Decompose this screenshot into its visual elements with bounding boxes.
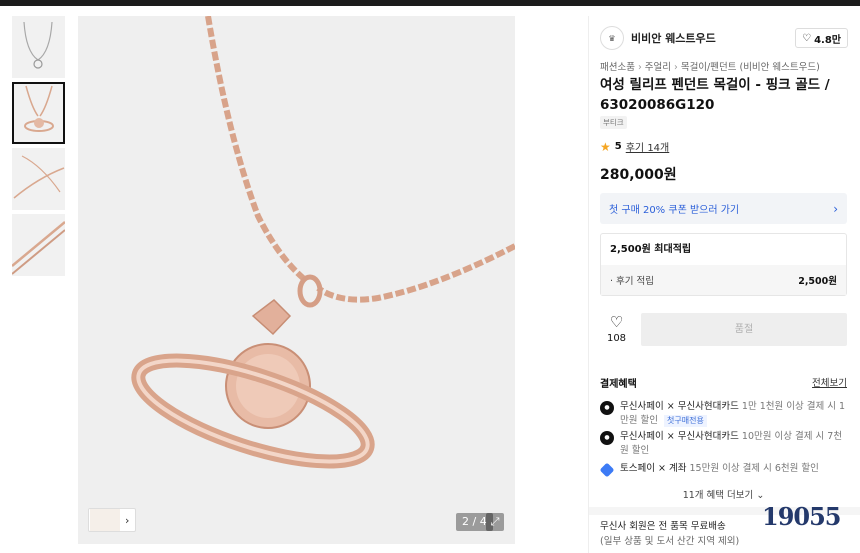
breadcrumb-item[interactable]: 목걸이/펜던트 (비비안 웨스트우드)	[681, 62, 820, 73]
points-row-label: · 후기 적립	[610, 276, 655, 287]
chevron-right-icon: ›	[833, 201, 838, 216]
benefit-item: ● 무신사페이 × 무신사현대카드 10만원 이상 결제 시 7천원 할인	[600, 430, 847, 458]
benefits-title: 결제혜택	[600, 379, 637, 390]
thumbnail-4[interactable]	[12, 214, 65, 276]
chevron-down-icon: ⌄	[756, 490, 765, 501]
wishlist-button[interactable]: ♡ 108	[600, 313, 633, 346]
shipping-line-1: 무신사 회원은 전 품목 무료배송	[600, 521, 726, 532]
shipping-line-2: (일부 상품 및 도서 산간 지역 제외)	[600, 536, 740, 547]
review-count-link[interactable]: 후기 14개	[626, 139, 670, 154]
card-brand-icon: ●	[600, 401, 614, 415]
benefit-brand: 무신사페이 × 무신사현대카드	[620, 431, 739, 442]
brand-row[interactable]: ♛ 비비안 웨스트우드 ♡ 4.8만	[600, 25, 848, 51]
chevron-right-icon: ›	[674, 62, 678, 73]
benefits-view-all-link[interactable]: 전체보기	[812, 375, 847, 390]
star-icon: ★	[600, 139, 611, 154]
breadcrumb-item[interactable]: 패션소품	[600, 62, 635, 73]
thumbnail-3[interactable]	[12, 148, 65, 210]
soldout-button: 품절	[641, 313, 847, 346]
heart-icon: ♡	[609, 313, 624, 331]
product-title: 여성 릴리프 펜던트 목걸이 - 핑크 골드 / 63020086G120	[600, 77, 830, 113]
watermark: 19055	[762, 502, 841, 531]
benefit-item: 토스페이 × 계좌 15만원 이상 결제 시 6천원 할인	[599, 462, 847, 478]
thumbnail-list	[12, 16, 65, 280]
rating: ★ 5 후기 14개	[600, 139, 670, 155]
rating-score: 5	[614, 141, 622, 152]
card-brand-icon: ●	[600, 431, 614, 445]
chevron-right-icon: ›	[637, 62, 642, 73]
more-benefits-button[interactable]: 11개 혜택 더보기 ⌄	[600, 487, 847, 501]
brand-name[interactable]: 비비안 웨스트우드	[631, 30, 716, 46]
thumbnail-1[interactable]	[12, 16, 65, 78]
benefits-header: 결제혜택 전체보기	[600, 375, 847, 390]
points-header: 2,500원 최대적립	[610, 244, 692, 255]
heart-icon: ♡	[802, 32, 812, 44]
thumbnail-2[interactable]	[12, 82, 65, 144]
product-price: 280,000원	[600, 167, 677, 183]
brand-like-button[interactable]: ♡ 4.8만	[795, 28, 848, 48]
top-bar	[0, 0, 860, 6]
expand-icon[interactable]: ⤢	[486, 513, 504, 531]
gallery-mini-thumb[interactable]: ›	[88, 508, 136, 532]
product-tag: 부티크	[600, 116, 627, 129]
wishlist-count: 108	[606, 333, 627, 344]
shipping-info: 무신사 회원은 전 품목 무료배송 (일부 상품 및 도서 산간 지역 제외)	[600, 519, 739, 549]
coupon-banner[interactable]: 첫 구매 20% 쿠폰 받으러 가기 ›	[600, 193, 847, 224]
product-main-image[interactable]: › 2 / 4 ⤢	[78, 16, 515, 544]
pendant-photo	[131, 16, 515, 469]
toss-icon	[599, 462, 615, 478]
points-row-amount: 2,500원	[798, 276, 837, 287]
coupon-label: 첫 구매 20% 쿠폰 받으러 가기	[609, 205, 740, 216]
more-benefits-label: 11개 혜택 더보기	[682, 490, 754, 501]
first-purchase-badge: 첫구매전용	[664, 415, 707, 427]
points-box: 2,500원 최대적립 · 후기 적립 2,500원	[600, 233, 847, 296]
benefit-item: ● 무신사페이 × 무신사현대카드 1만 1천원 이상 결제 시 1만원 할인 …	[600, 400, 847, 428]
benefit-desc: 15만원 이상 결제 시 6천원 할인	[689, 463, 819, 474]
benefit-brand: 토스페이 × 계좌	[620, 463, 687, 474]
brand-logo-icon: ♛	[600, 26, 624, 50]
mini-thumb-image	[90, 509, 120, 531]
chevron-right-icon: ›	[125, 513, 130, 527]
brand-like-count: 4.8만	[814, 34, 841, 46]
breadcrumb: 패션소품 › 주얼리 › 목걸이/펜던트 (비비안 웨스트우드)	[600, 59, 820, 73]
breadcrumb-item[interactable]: 주얼리	[645, 62, 671, 73]
product-info-panel: ♛ 비비안 웨스트우드 ♡ 4.8만 패션소품 › 주얼리 › 목걸이/펜던트 (비비안…	[588, 16, 860, 553]
benefit-brand: 무신사페이 × 무신사현대카드	[620, 401, 739, 412]
points-row: · 후기 적립 2,500원	[601, 265, 846, 295]
